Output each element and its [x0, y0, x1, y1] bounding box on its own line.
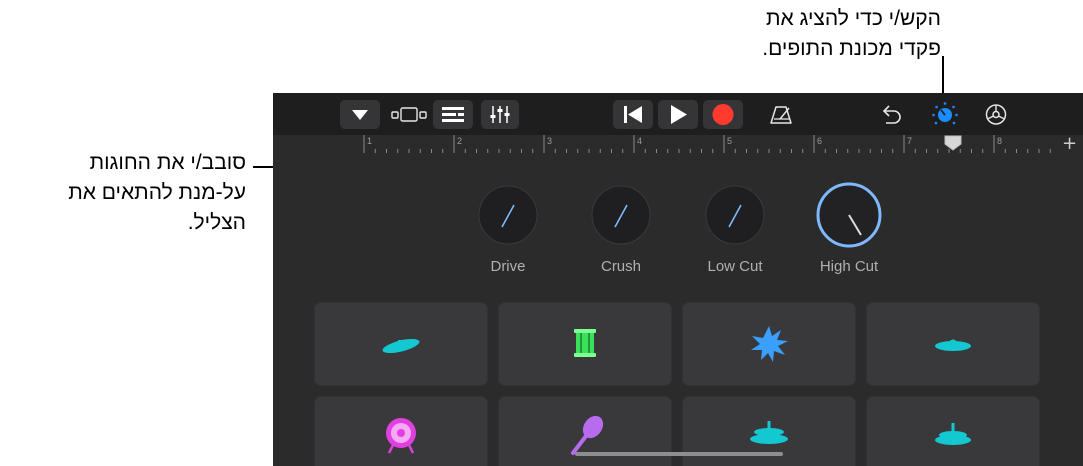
add-section-button[interactable]: +	[1062, 133, 1077, 154]
callout-top-line2: פקדי מכונת התופים.	[762, 37, 941, 60]
callout-knobs: סובב/י את החוגות על-מנת להתאים את הצליל.	[68, 148, 246, 238]
callout-left-line1: סובב/י את החוגות	[89, 151, 246, 174]
kick-drum-icon	[386, 418, 416, 454]
undo-icon	[882, 105, 901, 124]
settings-button[interactable]	[978, 100, 1014, 129]
clap-burst-icon	[751, 326, 788, 362]
knob-dial-icon	[705, 185, 765, 245]
ruler-bar-number: 2	[457, 136, 462, 146]
hihat-open-icon	[750, 421, 788, 444]
browser-button[interactable]	[340, 100, 380, 129]
knob-dial-icon	[816, 182, 882, 248]
drum-pad[interactable]	[314, 302, 488, 386]
tracks-view-button[interactable]	[389, 100, 429, 129]
browser-dropdown-icon	[352, 110, 368, 120]
knob-low-cut[interactable]	[705, 185, 765, 245]
tracks-view-icon	[391, 107, 427, 122]
home-indicator	[575, 452, 783, 456]
undo-button[interactable]	[873, 100, 909, 129]
drum-controls-button[interactable]	[927, 100, 963, 129]
crash-cymbal-icon	[382, 338, 420, 354]
mixer-button[interactable]	[481, 100, 519, 129]
drum-pad[interactable]	[682, 302, 856, 386]
garageband-drum-app: 1 2 3 4 5 6 7 8 + Drive Crush Low Cut High Cut	[273, 93, 1083, 466]
playhead-icon[interactable]	[944, 135, 962, 151]
knob-label: Drive	[490, 258, 526, 275]
drum-pad[interactable]	[498, 302, 672, 386]
hihat-closed-icon	[935, 423, 971, 445]
maraca-icon	[571, 415, 604, 455]
ride-cymbal-icon	[935, 339, 971, 351]
toolbar	[273, 93, 1083, 135]
go-to-beginning-button[interactable]	[613, 100, 653, 129]
callout-left-line2: על-מנת להתאים את	[68, 181, 246, 204]
go-to-beginning-icon	[624, 106, 642, 123]
record-icon	[712, 104, 734, 125]
drum-pad[interactable]	[314, 396, 488, 466]
metronome-button[interactable]	[763, 100, 799, 129]
knob-crush[interactable]	[591, 185, 651, 245]
callout-left-line3: הצליל.	[187, 211, 246, 234]
snare-drum-icon	[574, 329, 596, 357]
ruler-bar-number: 3	[547, 136, 552, 146]
knob-label: High Cut	[819, 258, 879, 275]
metronome-icon	[770, 106, 792, 124]
play-icon	[671, 105, 687, 124]
knob-label: Low Cut	[707, 258, 763, 275]
knob-high-cut[interactable]	[816, 182, 882, 248]
callout-drum-controls: הקש/י כדי להציג את פקדי מכונת התופים.	[762, 4, 941, 64]
ruler-bar-number: 4	[637, 136, 642, 146]
list-view-icon	[442, 107, 464, 122]
list-view-button[interactable]	[433, 100, 473, 129]
ruler-bar-number: 8	[997, 136, 1002, 146]
play-button[interactable]	[658, 100, 698, 129]
drum-pad[interactable]	[866, 396, 1040, 466]
ruler-bar-number: 1	[367, 136, 372, 146]
drum-controls-icon	[932, 102, 958, 125]
knob-dial-icon	[591, 185, 651, 245]
mixer-icon	[490, 106, 510, 123]
callout-top-line1: הקש/י כדי להציג את	[765, 7, 941, 30]
timeline-ruler[interactable]: 1 2 3 4 5 6 7 8	[358, 135, 1055, 155]
knob-label: Crush	[600, 258, 641, 275]
ruler-bar-number: 5	[727, 136, 732, 146]
settings-icon	[985, 104, 1007, 125]
ruler-bar-number: 7	[907, 136, 912, 146]
knob-drive[interactable]	[478, 185, 538, 245]
drum-pad[interactable]	[866, 302, 1040, 386]
ruler-bar-number: 6	[817, 136, 822, 146]
knob-dial-icon	[478, 185, 538, 245]
record-button[interactable]	[703, 100, 743, 129]
